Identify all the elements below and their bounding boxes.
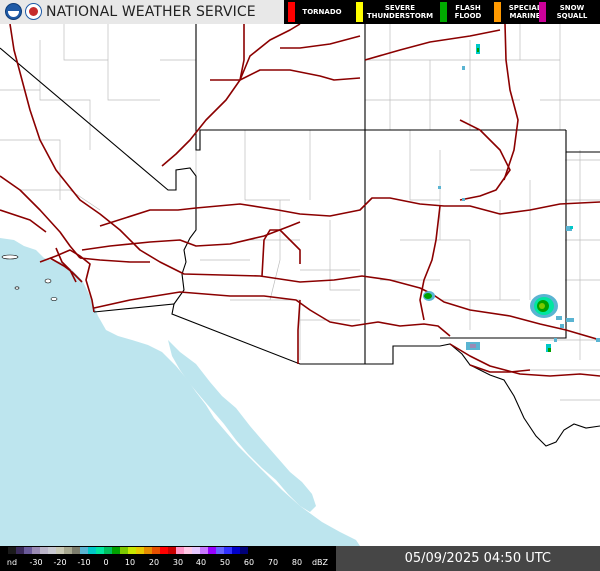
channel-island <box>44 278 52 284</box>
dbz-scale-cell <box>40 547 48 554</box>
dbz-scale-cell <box>88 547 96 554</box>
warning-legend: TORNADO SEVERE THUNDERSTORM FLASH FLOOD … <box>284 0 600 24</box>
dbz-scale-cell <box>32 547 40 554</box>
legend-label: TORNADO <box>302 8 342 16</box>
dbz-scale-cell <box>184 547 192 554</box>
dbz-scale-cell <box>104 547 112 554</box>
nws-logo-icon <box>25 3 42 20</box>
legend-swatch-flash-flood <box>440 2 447 22</box>
scale-units-label: dBZ <box>311 558 329 567</box>
legend-item-snow-squall: SNOW SQUALL <box>539 0 597 24</box>
dbz-scale-cell <box>24 547 32 554</box>
dbz-scale-cell <box>8 547 16 554</box>
noaa-logo-icon <box>5 3 22 20</box>
agency-title: NATIONAL WEATHER SERVICE <box>46 4 256 20</box>
scale-tick-label: 0 <box>103 558 109 567</box>
radar-viewer: NATIONAL WEATHER SERVICE TORNADO SEVERE … <box>0 0 600 571</box>
dbz-scale-cell <box>120 547 128 554</box>
legend-label: FLASH FLOOD <box>454 4 482 20</box>
footer-bar: nd -30 -20 -10 0 10 20 30 40 50 60 70 80… <box>0 546 600 571</box>
scale-tick-label: -10 <box>77 558 91 567</box>
map-canvas <box>0 24 600 546</box>
dbz-scale-cell <box>232 547 240 554</box>
dbz-scale-cell <box>240 547 248 554</box>
legend-item-flash-flood: FLASH FLOOD <box>440 0 486 24</box>
radar-map[interactable] <box>0 24 600 546</box>
scale-tick-label: 70 <box>267 558 279 567</box>
channel-island <box>50 297 58 301</box>
dbz-scale-cell <box>112 547 120 554</box>
legend-item-tornado: TORNADO <box>288 0 348 24</box>
scale-tick-label: 50 <box>219 558 231 567</box>
scale-tick-label: 60 <box>243 558 255 567</box>
legend-item-severe-thunderstorm: SEVERE THUNDERSTORM <box>356 0 436 24</box>
radar-echo-border <box>466 342 480 350</box>
scale-tick-label: 80 <box>291 558 303 567</box>
legend-swatch-snow-squall <box>539 2 546 22</box>
dbz-scale-cell <box>224 547 232 554</box>
dbz-scale-cell <box>80 547 88 554</box>
dbz-scale-cell <box>152 547 160 554</box>
dbz-scale-cell <box>168 547 176 554</box>
dbz-scale-cell <box>72 547 80 554</box>
dbz-scale-labels: nd -30 -20 -10 0 10 20 30 40 50 60 70 80… <box>0 557 336 569</box>
dbz-scale-cell <box>16 547 24 554</box>
dbz-scale-cell <box>64 547 72 554</box>
header-bar: NATIONAL WEATHER SERVICE TORNADO SEVERE … <box>0 0 600 24</box>
channel-island <box>14 286 20 290</box>
dbz-scale-bar <box>0 547 256 554</box>
dbz-scale-cell <box>208 547 216 554</box>
dbz-scale-cell <box>48 547 56 554</box>
scale-tick-label: -30 <box>29 558 43 567</box>
dbz-scale-cell <box>0 547 8 554</box>
legend-label: SEVERE THUNDERSTORM <box>366 4 434 20</box>
radar-echo-new-mexico <box>423 291 435 301</box>
legend-item-special-marine: SPECIAL MARINE <box>494 0 544 24</box>
dbz-scale-cell <box>128 547 136 554</box>
scale-tick-label: 30 <box>172 558 184 567</box>
scale-tick-label: -20 <box>53 558 67 567</box>
dbz-scale-cell <box>248 547 256 554</box>
scale-tick-label: 20 <box>148 558 160 567</box>
legend-swatch-special-marine <box>494 2 501 22</box>
legend-label: SNOW SQUALL <box>556 4 588 20</box>
dbz-scale-cell <box>176 547 184 554</box>
dbz-scale-cell <box>136 547 144 554</box>
legend-swatch-severe-thunderstorm <box>356 2 363 22</box>
dbz-scale-cell <box>216 547 224 554</box>
scale-tick-label: 40 <box>195 558 207 567</box>
radar-timestamp: 05/09/2025 04:50 UTC <box>404 551 551 566</box>
channel-island <box>1 254 19 260</box>
dbz-scale-cell <box>144 547 152 554</box>
dbz-color-scale: nd -30 -20 -10 0 10 20 30 40 50 60 70 80… <box>0 546 336 571</box>
dbz-scale-cell <box>200 547 208 554</box>
scale-label-no-data: nd <box>6 558 18 567</box>
dbz-scale-cell <box>192 547 200 554</box>
dbz-scale-cell <box>56 547 64 554</box>
scale-tick-label: 10 <box>124 558 136 567</box>
dbz-scale-cell <box>160 547 168 554</box>
dbz-scale-cell <box>96 547 104 554</box>
legend-swatch-tornado <box>288 2 295 22</box>
